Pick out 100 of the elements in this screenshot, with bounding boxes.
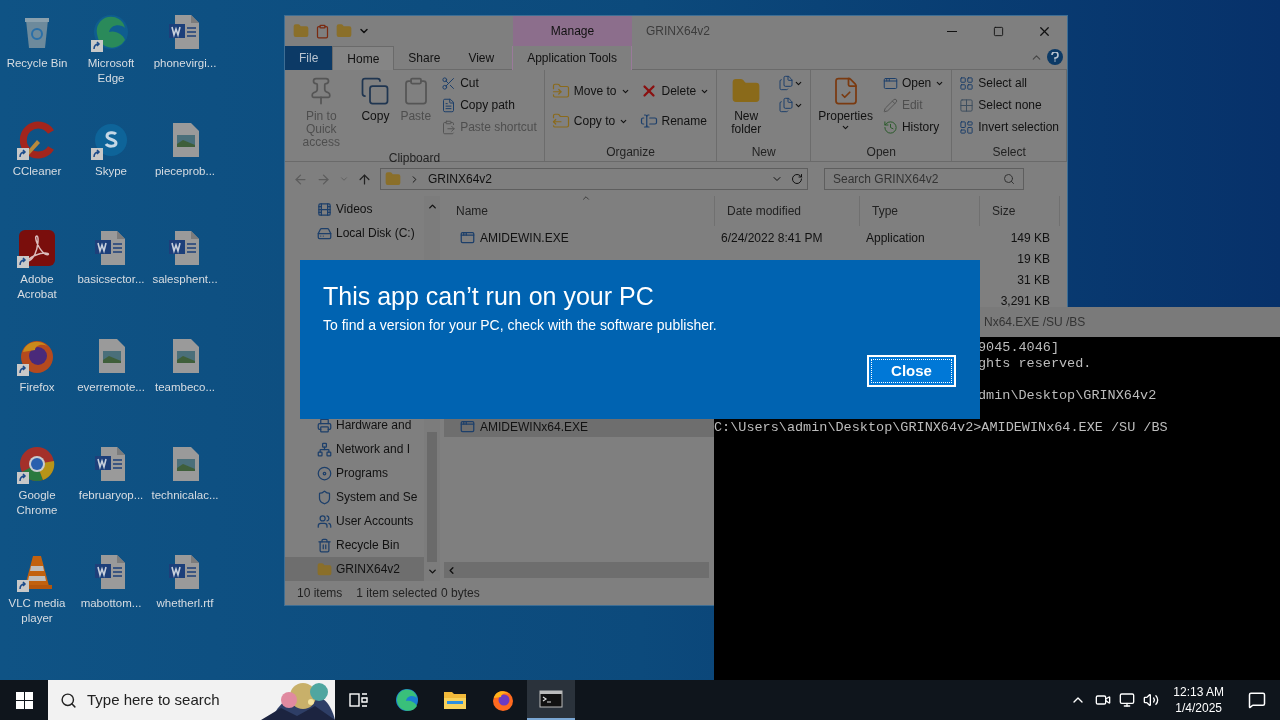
desktop-icon-label[interactable]: phonevirgi... [149,56,221,71]
ribbon-tab[interactable]: Home [332,46,395,70]
ribbon-tab[interactable]: View [454,46,509,70]
ribbon-button[interactable]: Open [878,72,949,94]
nav-item[interactable]: Programs [285,461,424,485]
windows-logo-icon [15,691,33,709]
desktop-icon-label[interactable]: Recycle Bin [1,56,73,71]
ribbon-group-label: Select [991,144,1027,161]
executable-icon [460,419,475,434]
window-title: GRINX64v2 [646,23,711,40]
console-line: C:\Users\admin\Desktop\GRINX64v2>AMIDEWINx64.EXE /SU /BS [714,420,1168,435]
console-line: dmin\Desktop\GRINX64v2 [978,388,1157,403]
network-icon[interactable] [1119,692,1136,708]
file-type: Application [866,230,925,245]
ribbon-button[interactable]: Delete [635,76,714,106]
ribbon-button[interactable]: Rename [635,106,714,136]
chrome-icon [17,444,57,484]
nav-item[interactable]: Hardware and [285,413,424,437]
console-line: 9045.4046] [978,340,1059,355]
help-icon[interactable] [1047,49,1063,65]
copy-to-folder-icon [551,112,570,130]
file-date: 6/24/2022 8:41 PM [721,230,823,245]
users-icon [317,513,332,529]
ribbon-button[interactable]: Move to [547,76,634,106]
nav-item[interactable]: Local Disk (C:) [285,221,424,245]
desktop-icon-label[interactable]: VLC media player [1,596,73,626]
ribbon-tab[interactable]: File [285,46,333,70]
status-text: 0 bytes [441,585,480,602]
desktop-icon-label[interactable]: CCleaner [1,164,73,179]
desktop-icon-label[interactable]: everremote... [75,380,147,395]
terminal-icon [539,689,563,709]
taskbar-app[interactable] [527,680,575,720]
shield-icon [317,489,332,505]
ribbon-tab[interactable]: Share [394,46,455,70]
ribbon-button[interactable]: Select all [955,72,1063,94]
ribbon-button[interactable]: Copy path [437,94,541,116]
desktop-icon-label[interactable]: Microsoft Edge [75,56,147,86]
edge-icon [395,688,419,712]
nav-item[interactable]: Recycle Bin [285,533,424,557]
files-icon [778,75,795,91]
disc-icon [317,465,332,481]
search-field[interactable]: Search GRINX64v2 [824,168,1024,190]
desktop-icon-label[interactable]: whetherl.rtf [149,596,221,611]
desktop-icon-label[interactable]: februaryop... [75,488,147,503]
copy-icon [360,76,391,106]
dropdown-caret-icon [841,123,851,132]
ribbon-button[interactable]: Properties [814,72,877,132]
refresh-icon[interactable] [791,173,803,185]
grid-icon [959,97,975,113]
ribbon-button[interactable]: Copy [356,72,395,123]
printer-icon [317,417,332,433]
desktop-icon-label[interactable]: Google Chrome [1,488,73,518]
ribbon-button[interactable]: History [878,116,949,138]
status-text: 10 items [297,585,343,602]
desktop-icon-label[interactable]: technicalac... [149,488,221,503]
trash-icon [317,537,332,553]
desktop-icon-label[interactable]: Skype [75,164,147,179]
ribbon-button[interactable]: Copy to [547,106,634,136]
volume-icon[interactable] [1143,692,1160,708]
status-text: 1 item selected [356,585,438,602]
desktop-icon-label[interactable]: mabottom... [75,596,147,611]
ribbon-button[interactable]: Invert selection [955,116,1063,138]
desktop-icon-label[interactable]: salesphent... [149,272,221,287]
desktop-icon-label[interactable]: basicsector... [75,272,147,287]
ribbon-button[interactable]: Select none [955,94,1063,116]
nav-item[interactable]: Network and I [285,437,424,461]
address-bar[interactable]: GRINX64v2 [380,168,808,190]
maximize-icon [992,25,1004,37]
notification-icon[interactable] [1248,691,1266,709]
desktop-icon-label[interactable]: teambeco... [149,380,221,395]
close-button[interactable]: Close [867,355,956,387]
camera-icon[interactable] [1095,692,1112,708]
clock[interactable]: 12:13 AM 1/4/2025 [1165,684,1232,716]
column-header[interactable]: Name [444,196,715,226]
address-path[interactable]: GRINX64v2 [428,170,493,188]
ribbon-tab[interactable]: Application Tools [512,46,633,70]
scroll-up-icon[interactable] [426,201,438,212]
ribbon-button[interactable]: New folder [720,72,773,136]
column-header[interactable]: Type [860,196,980,226]
up-icon[interactable] [357,171,372,187]
desktop-icon-label[interactable]: pieceprob... [149,164,221,179]
desktop-icon-label[interactable]: Adobe Acrobat [1,272,73,302]
files-icon [778,97,795,113]
search-field[interactable]: Type here to search [48,680,335,720]
nav-item[interactable]: User Accounts [285,509,424,533]
desktop-icon-label[interactable]: Firefox [1,380,73,395]
ribbon-button[interactable]: Cut [437,72,541,94]
horizontal-scrollbar[interactable] [444,562,709,578]
nav-item[interactable]: System and Se [285,485,424,509]
column-header[interactable]: Size [980,196,1060,226]
scroll-down-icon[interactable] [426,566,438,577]
copy-path-icon [441,97,457,113]
nav-item[interactable]: GRINX64v2 [285,557,424,581]
nav-item[interactable]: Videos [285,197,424,221]
column-header[interactable]: Date modified [715,196,860,226]
file-name[interactable]: AMIDEWIN.EXE [480,228,569,247]
scissors-icon [441,75,457,91]
search-icon [1003,173,1015,185]
ribbon-group-label: Open [865,144,897,161]
file-size: 31 KB [1017,272,1050,287]
